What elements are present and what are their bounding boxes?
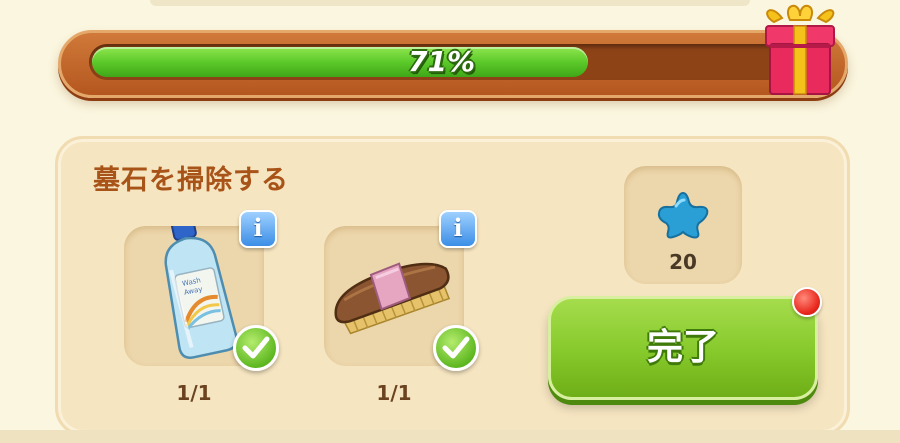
check-badge-detergent: [233, 325, 279, 371]
blue-star-icon: [657, 191, 709, 239]
complete-button-label: 完了: [646, 327, 719, 368]
bottom-edge: [0, 430, 900, 443]
complete-button[interactable]: 完了: [548, 296, 818, 400]
progress-bar-frame: 71%: [58, 30, 848, 98]
check-badge-brush: [433, 325, 479, 371]
top-strip: [150, 0, 750, 6]
checkmark-icon: [242, 336, 270, 359]
checkmark-icon: [442, 336, 470, 359]
item-count-brush: 1/1: [376, 381, 412, 405]
info-button-detergent[interactable]: i: [239, 210, 277, 248]
info-button-brush[interactable]: i: [439, 210, 477, 248]
gift-box-icon[interactable]: [760, 0, 840, 98]
item-count-detergent: 1/1: [176, 381, 212, 405]
reward-amount: 20: [669, 250, 697, 274]
notification-dot: [792, 287, 822, 317]
task-title: 墓石を掃除する: [93, 165, 289, 196]
progress-percent-label: 71%: [407, 45, 476, 78]
